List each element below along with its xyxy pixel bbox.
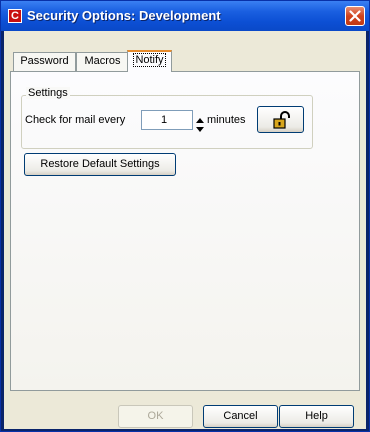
check-mail-label: Check for mail every (25, 114, 126, 126)
dialog-window: C Security Options: Development Password… (0, 0, 370, 432)
spin-down-button[interactable] (193, 120, 207, 132)
ok-button[interactable]: OK (118, 405, 193, 428)
window-title: Security Options: Development (27, 8, 221, 23)
minutes-label: minutes (207, 114, 246, 126)
close-button[interactable] (345, 6, 365, 26)
arrow-down-icon (196, 127, 204, 132)
unlocked-padlock-icon (273, 111, 290, 129)
dialog-client-area: Password Macros Notify Settings Check fo… (4, 31, 366, 429)
tab-macros[interactable]: Macros (76, 52, 129, 71)
restore-defaults-button[interactable]: Restore Default Settings (24, 153, 176, 176)
tab-notify[interactable]: Notify (127, 50, 172, 72)
help-button[interactable]: Help (279, 405, 354, 428)
tab-label: Notify (133, 53, 166, 67)
close-icon (349, 10, 361, 22)
spin-up-button[interactable] (193, 110, 207, 123)
tab-password[interactable]: Password (13, 52, 76, 71)
lock-toggle-button[interactable] (257, 106, 304, 133)
tab-label: Password (20, 55, 69, 67)
interval-spinner (193, 110, 207, 132)
mail-interval-input[interactable]: 1 (141, 110, 193, 130)
app-icon: C (8, 9, 22, 23)
settings-group-label: Settings (26, 87, 70, 99)
title-bar[interactable]: C Security Options: Development (1, 1, 369, 31)
tab-label: Macros (84, 55, 121, 67)
cancel-button[interactable]: Cancel (203, 405, 278, 428)
